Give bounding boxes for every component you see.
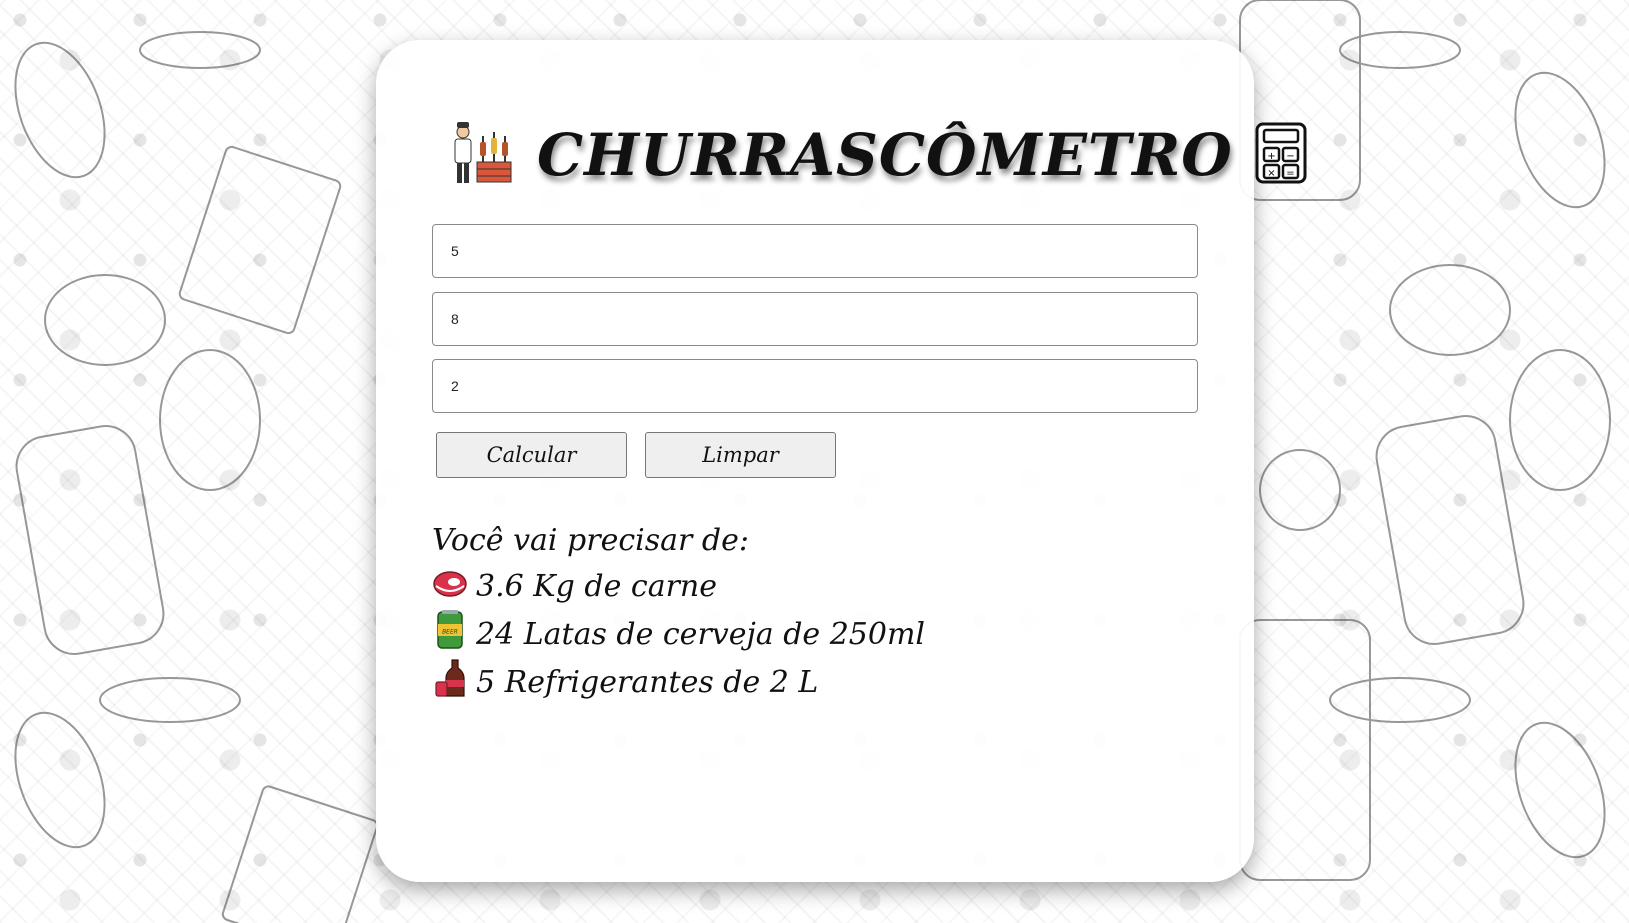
calculator-icon: + − × = — [1255, 122, 1307, 188]
result-item-meat: 3.6 Kg de carne — [432, 562, 925, 610]
children-input[interactable] — [432, 292, 1198, 346]
app-header: CHURRASCÔMETRO + − × = — [445, 115, 1307, 195]
result-item-soda: 5 Refrigerantes de 2 L — [432, 658, 925, 706]
result-item-text: 24 Latas de cerveja de 250ml — [476, 616, 926, 652]
result-item-text: 5 Refrigerantes de 2 L — [476, 664, 819, 700]
svg-text:=: = — [1286, 168, 1294, 179]
svg-text:−: − — [1286, 151, 1294, 162]
duration-input[interactable] — [432, 359, 1198, 413]
svg-text:×: × — [1267, 168, 1275, 179]
page-title: CHURRASCÔMETRO — [537, 121, 1233, 189]
svg-text:BEER: BEER — [442, 629, 458, 636]
result-heading: Você vai precisar de: — [432, 523, 749, 558]
result-item-text: 3.6 Kg de carne — [476, 568, 717, 604]
result-item-beer: BEER 24 Latas de cerveja de 250ml — [432, 610, 925, 658]
svg-text:+: + — [1267, 151, 1275, 162]
calculate-button[interactable]: Calcular — [436, 432, 627, 478]
soda-bottle-icon — [432, 658, 476, 706]
chef-grill-icon — [445, 118, 515, 192]
clear-button[interactable]: Limpar — [645, 432, 836, 478]
meat-icon — [432, 562, 476, 610]
result-panel: Você vai precisar de: 3.6 Kg de carne BE… — [432, 520, 925, 706]
beer-can-icon: BEER — [432, 610, 476, 658]
adults-input[interactable] — [432, 224, 1198, 278]
